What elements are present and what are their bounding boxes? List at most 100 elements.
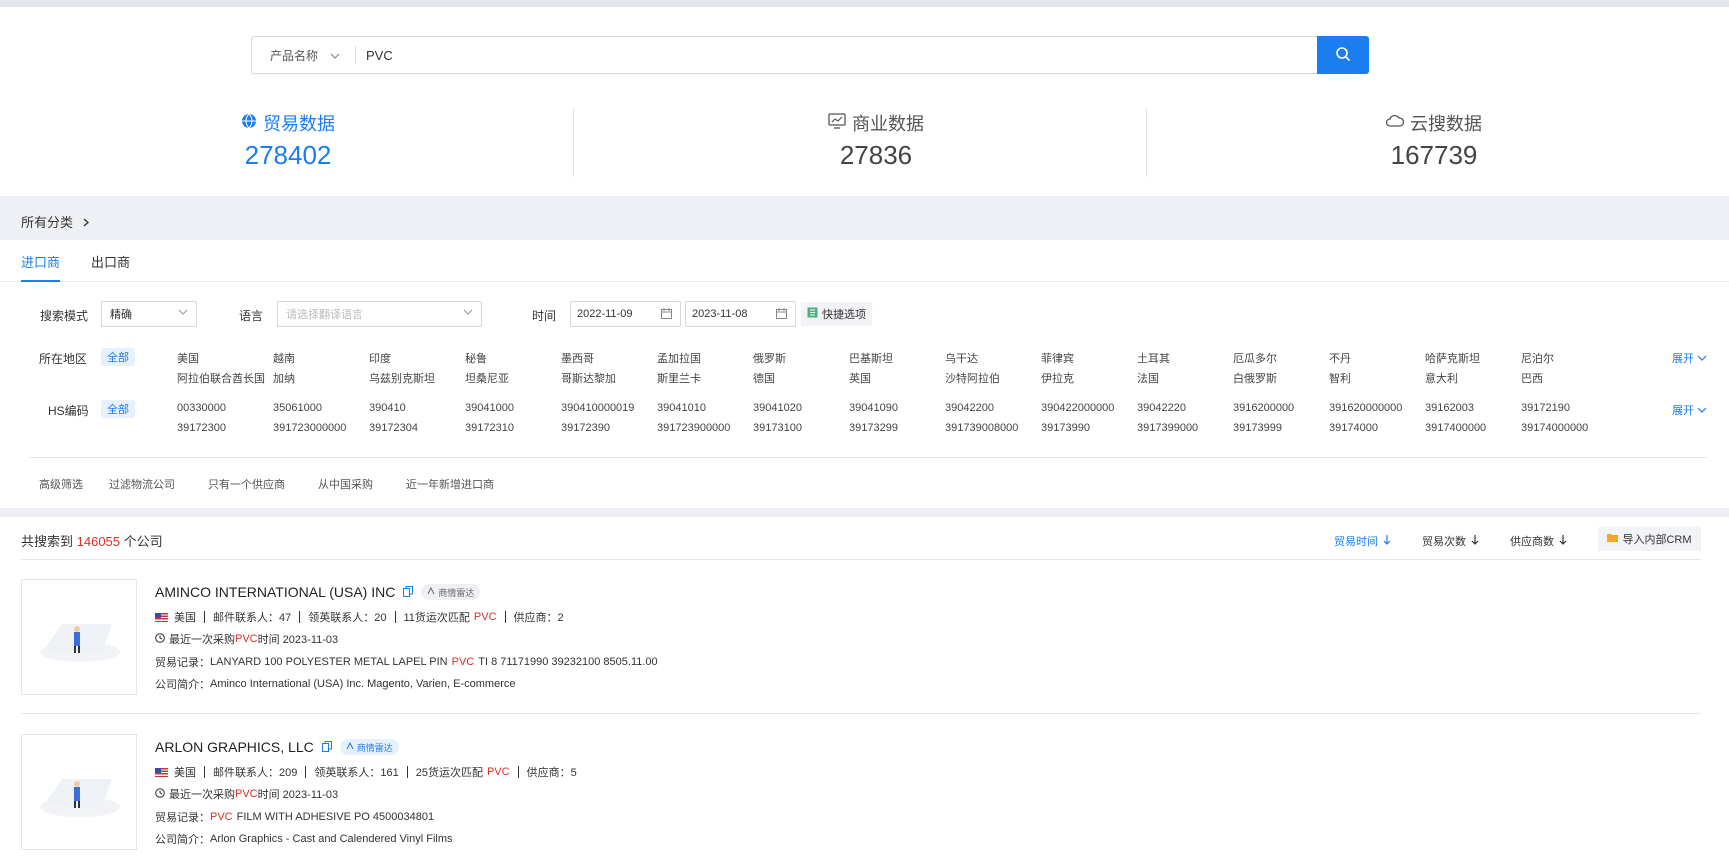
region-item[interactable]: 白俄罗斯 xyxy=(1233,370,1325,386)
hs-code-item[interactable]: 39174000000 xyxy=(1521,422,1613,434)
hs-code-item[interactable]: 39162003 xyxy=(1425,402,1517,414)
search-category-select[interactable]: 产品名称 xyxy=(252,37,355,73)
company-name[interactable]: AMINCO INTERNATIONAL (USA) INC 商情雷达 xyxy=(155,584,481,600)
region-item[interactable]: 阿拉伯联合酋长国 xyxy=(177,370,269,386)
sort-trade-count[interactable]: 贸易次数 xyxy=(1422,533,1479,549)
hs-code-item[interactable]: 391723000000 xyxy=(273,422,365,434)
hs-code-item[interactable]: 39042200 xyxy=(945,402,1037,414)
region-item[interactable]: 哥斯达黎加 xyxy=(561,370,653,386)
language-select[interactable]: 请选择翻译语言 xyxy=(277,301,482,327)
region-item[interactable]: 意大利 xyxy=(1425,370,1517,386)
region-item[interactable]: 沙特阿拉伯 xyxy=(945,370,1037,386)
search-button[interactable] xyxy=(1317,36,1369,74)
region-item[interactable]: 法国 xyxy=(1137,370,1229,386)
search-mode-select[interactable]: 精确 xyxy=(101,301,197,327)
region-item[interactable]: 德国 xyxy=(753,370,845,386)
region-item[interactable]: 土耳其 xyxy=(1137,350,1229,366)
hs-code-item[interactable]: 391620000000 xyxy=(1329,402,1421,414)
hs-code-item[interactable]: 39042220 xyxy=(1137,402,1229,414)
hs-code-item[interactable]: 390422000000 xyxy=(1041,402,1133,414)
adv-filter-single-supplier[interactable]: 只有一个供应商 xyxy=(208,476,285,492)
hs-code-item[interactable]: 39172300 xyxy=(177,422,269,434)
hs-code-item[interactable]: 00330000 xyxy=(177,402,269,414)
region-item[interactable]: 加纳 xyxy=(273,370,365,386)
copy-icon[interactable] xyxy=(321,739,332,755)
hs-code-item[interactable]: 391739008000 xyxy=(945,422,1037,434)
hs-code-item[interactable]: 39173990 xyxy=(1041,422,1133,434)
copy-icon[interactable] xyxy=(403,584,414,600)
region-item[interactable]: 智利 xyxy=(1329,370,1421,386)
radar-tag[interactable]: 商情雷达 xyxy=(421,584,481,600)
hs-code-item[interactable]: 39172390 xyxy=(561,422,653,434)
hs-all-pill[interactable]: 全部 xyxy=(101,400,135,418)
region-item[interactable]: 坦桑尼亚 xyxy=(465,370,557,386)
hs-code-item[interactable]: 39173100 xyxy=(753,422,845,434)
region-item[interactable]: 乌干达 xyxy=(945,350,1037,366)
mail-contacts[interactable]: 邮件联系人：47 xyxy=(213,609,291,625)
region-item[interactable]: 秘鲁 xyxy=(465,350,557,366)
region-item[interactable]: 乌兹别克斯坦 xyxy=(369,370,461,386)
adv-filter-from-china[interactable]: 从中国采购 xyxy=(318,476,373,492)
region-expand-button[interactable]: 展开 xyxy=(1672,350,1707,366)
hs-code-item[interactable]: 39173999 xyxy=(1233,422,1325,434)
import-crm-button[interactable]: 导入内部CRM xyxy=(1598,527,1701,551)
region-all-pill[interactable]: 全部 xyxy=(101,348,135,366)
region-item[interactable]: 孟加拉国 xyxy=(657,350,749,366)
hs-code-item[interactable]: 35061000 xyxy=(273,402,365,414)
region-item[interactable]: 英国 xyxy=(849,370,941,386)
tab-exporters[interactable]: 出口商 xyxy=(91,252,130,280)
radar-tag[interactable]: 商情雷达 xyxy=(339,739,399,755)
hs-code-item[interactable]: 3917399000 xyxy=(1137,422,1229,434)
hs-code-item[interactable]: 39174000 xyxy=(1329,422,1421,434)
hs-code-item[interactable]: 391723900000 xyxy=(657,422,749,434)
hs-code-item[interactable]: 39041090 xyxy=(849,402,941,414)
region-item[interactable]: 哈萨克斯坦 xyxy=(1425,350,1517,366)
region-item[interactable]: 斯里兰卡 xyxy=(657,370,749,386)
start-date-input[interactable]: 2022-11-09 xyxy=(570,301,681,327)
company-card[interactable]: AMINCO INTERNATIONAL (USA) INC 商情雷达 美国 邮… xyxy=(21,579,1701,695)
adv-filter-logistics[interactable]: 过滤物流公司 xyxy=(109,476,175,492)
company-card[interactable]: ARLON GRAPHICS, LLC 商情雷达 美国 邮件联系人：209 领英… xyxy=(21,734,1701,850)
search-input[interactable] xyxy=(366,37,1266,73)
quick-options-button[interactable]: 快捷选项 xyxy=(801,302,872,326)
region-item[interactable]: 墨西哥 xyxy=(561,350,653,366)
region-item[interactable]: 尼泊尔 xyxy=(1521,350,1613,366)
region-item[interactable]: 伊拉克 xyxy=(1041,370,1133,386)
region-item[interactable]: 印度 xyxy=(369,350,461,366)
mail-contacts[interactable]: 邮件联系人：209 xyxy=(213,764,297,780)
company-name[interactable]: ARLON GRAPHICS, LLC 商情雷达 xyxy=(155,739,399,755)
region-item[interactable]: 不丹 xyxy=(1329,350,1421,366)
region-item[interactable]: 厄瓜多尔 xyxy=(1233,350,1325,366)
supplier-count[interactable]: 供应商：5 xyxy=(527,764,577,780)
stat-cloud-search-data[interactable]: 云搜数据 167739 xyxy=(1284,110,1584,171)
region-item[interactable]: 巴基斯坦 xyxy=(849,350,941,366)
hs-code-item[interactable]: 39041000 xyxy=(465,402,557,414)
hs-code-item[interactable]: 39172304 xyxy=(369,422,461,434)
region-item[interactable]: 俄罗斯 xyxy=(753,350,845,366)
sort-supplier-count[interactable]: 供应商数 xyxy=(1510,533,1567,549)
region-item[interactable]: 菲律宾 xyxy=(1041,350,1133,366)
stat-business-data[interactable]: 商业数据 27836 xyxy=(726,110,1026,171)
hs-code-item[interactable]: 3917400000 xyxy=(1425,422,1517,434)
stat-trade-data[interactable]: 贸易数据 278402 xyxy=(138,110,438,171)
region-item[interactable]: 美国 xyxy=(177,350,269,366)
hs-expand-button[interactable]: 展开 xyxy=(1672,402,1707,418)
linkedin-contacts[interactable]: 领英联系人：20 xyxy=(308,609,386,625)
hs-code-item[interactable]: 39172190 xyxy=(1521,402,1613,414)
end-date-input[interactable]: 2023-11-08 xyxy=(685,301,796,327)
hs-code-item[interactable]: 39173299 xyxy=(849,422,941,434)
tab-importers[interactable]: 进口商 xyxy=(21,252,61,282)
sort-trade-time[interactable]: 贸易时间 xyxy=(1334,533,1391,549)
hs-code-item[interactable]: 390410000019 xyxy=(561,402,653,414)
region-item[interactable]: 越南 xyxy=(273,350,365,366)
hs-code-item[interactable]: 3916200000 xyxy=(1233,402,1325,414)
hs-code-item[interactable]: 39041020 xyxy=(753,402,845,414)
hs-code-item[interactable]: 390410 xyxy=(369,402,461,414)
linkedin-contacts[interactable]: 领英联系人：161 xyxy=(314,764,398,780)
adv-filter-new-importers[interactable]: 近一年新增进口商 xyxy=(406,476,494,492)
hs-code-item[interactable]: 39041010 xyxy=(657,402,749,414)
breadcrumb[interactable]: 所有分类 xyxy=(21,212,89,231)
hs-code-item[interactable]: 39172310 xyxy=(465,422,557,434)
supplier-count[interactable]: 供应商：2 xyxy=(514,609,564,625)
region-item[interactable]: 巴西 xyxy=(1521,370,1613,386)
